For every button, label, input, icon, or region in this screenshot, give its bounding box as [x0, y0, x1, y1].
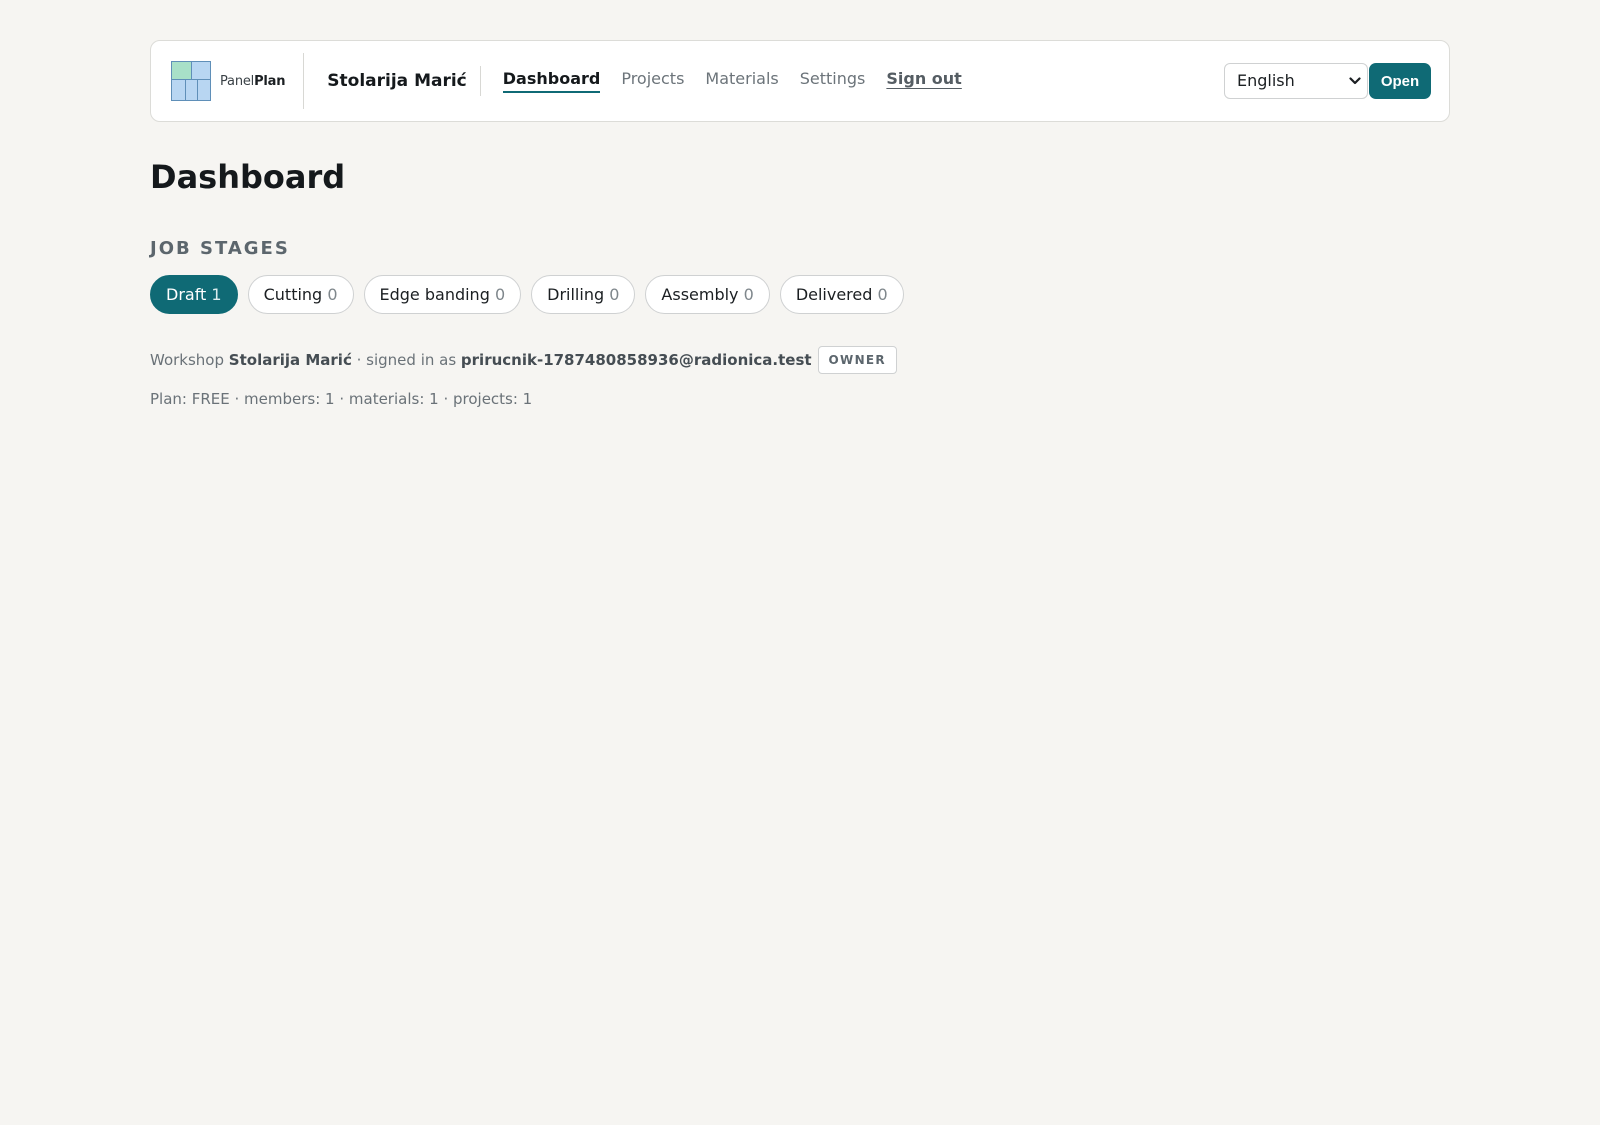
brand[interactable]: PanelPlan	[171, 53, 305, 109]
user-email: prirucnik-1787480858936@radionica.test	[460, 351, 812, 369]
open-button[interactable]: Open	[1369, 63, 1431, 99]
stage-label: Drilling	[547, 285, 605, 304]
job-stages-heading: JOB STAGES	[150, 238, 290, 259]
role-badge: OWNER	[817, 346, 897, 374]
nav-materials[interactable]: Materials	[705, 69, 778, 93]
stage-count: 0	[327, 285, 338, 304]
stage-label: Edge banding	[379, 285, 490, 304]
stage-count: 1	[211, 285, 222, 304]
stage-pill-edge-banding[interactable]: Edge banding 0	[363, 275, 522, 314]
stage-pill-draft[interactable]: Draft 1	[150, 275, 238, 314]
brand-name-part1: Panel	[220, 73, 255, 89]
stage-count: 0	[494, 285, 506, 304]
brand-name: PanelPlan	[220, 74, 285, 89]
signed-in-text: · signed in as	[356, 351, 457, 369]
brand-name-part2: Plan	[254, 73, 286, 89]
main-nav: Dashboard Projects Materials Settings Si…	[502, 69, 983, 93]
workshop-info-name: Stolarija Marić	[228, 351, 352, 369]
stage-label: Draft	[166, 285, 207, 304]
stage-label: Cutting	[263, 285, 323, 304]
stage-pill-drilling[interactable]: Drilling 0	[531, 275, 636, 314]
nav-projects[interactable]: Projects	[621, 69, 684, 93]
panelplan-logo-icon	[171, 61, 211, 101]
nav-settings[interactable]: Settings	[800, 69, 866, 93]
stage-count: 0	[609, 285, 620, 304]
stage-count: 0	[877, 285, 888, 304]
language-select[interactable]: English	[1224, 63, 1368, 99]
workshop-name: Stolarija Marić	[304, 66, 481, 96]
stage-pill-cutting[interactable]: Cutting 0	[247, 275, 354, 314]
language-select-value: English	[1237, 71, 1295, 90]
plan-summary: Plan: FREE · members: 1 · materials: 1 ·…	[150, 390, 533, 408]
stage-pill-delivered[interactable]: Delivered 0	[779, 275, 904, 314]
header-actions: English Open	[1224, 63, 1431, 99]
stage-pill-assembly[interactable]: Assembly 0	[645, 275, 770, 314]
job-stages-list: Draft 1 Cutting 0 Edge banding 0 Drillin…	[150, 275, 1450, 314]
chevron-down-icon	[1349, 77, 1361, 85]
stage-label: Assembly	[661, 285, 739, 304]
page-title: Dashboard	[150, 158, 346, 196]
nav-dashboard[interactable]: Dashboard	[502, 69, 601, 93]
top-navbar: PanelPlan Stolarija Marić Dashboard Proj…	[150, 40, 1450, 122]
workshop-info-line: Workshop Stolarija Marić · signed in as …	[150, 346, 1450, 374]
stage-label: Delivered	[795, 285, 873, 304]
page: PanelPlan Stolarija Marić Dashboard Proj…	[150, 40, 1450, 408]
workshop-prefix: Workshop	[150, 351, 225, 369]
stage-count: 0	[743, 285, 754, 304]
sign-out-link[interactable]: Sign out	[886, 69, 961, 93]
